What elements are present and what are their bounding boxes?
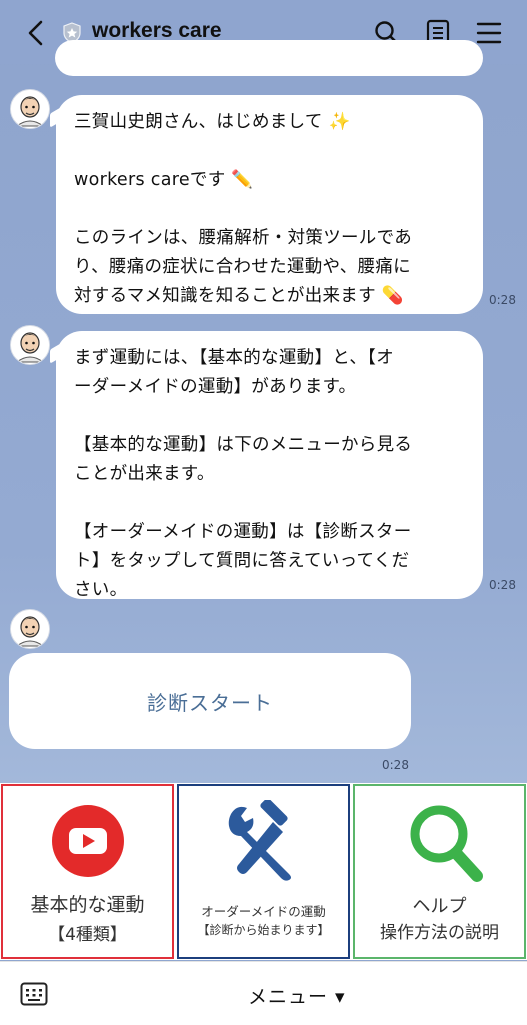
help-sub: 操作方法の説明 (380, 923, 499, 943)
message-line: workers careです ✏️ (74, 170, 254, 190)
message-bubble[interactable]: まず運動には、【基本的な運動】と、【オ ーダーメイドの運動】があります。 【基本… (56, 331, 483, 600)
custom-exercise-sub: 【診断から始まります】 (197, 923, 330, 937)
basic-exercise-label: 基本的な運動 (30, 894, 145, 916)
tools-icon (228, 800, 291, 881)
message-timestamp: 0:28 (489, 578, 516, 592)
message-line: 【オーダーメイドの運動】は【診断スター (74, 522, 412, 542)
menu-toggle-button[interactable]: メニュー ▾ (248, 982, 346, 1009)
message-line: ーダーメイドの運動】があります。 (74, 377, 357, 397)
chevron-left-icon (28, 20, 43, 46)
message-line: 三賀山史朗さん、はじめまして ✨ (74, 112, 351, 132)
magnifier-icon (410, 805, 483, 882)
previous-message-bubble (55, 40, 483, 76)
basic-exercise-sub: 【4種類】 (48, 925, 127, 945)
message-timestamp: 0:28 (489, 293, 516, 307)
message-line: さい。 (74, 580, 128, 600)
bot-avatar[interactable] (10, 325, 50, 365)
hamburger-icon (476, 22, 502, 44)
help-button[interactable]: ヘルプ 操作方法の説明 (353, 784, 526, 959)
custom-exercise-button[interactable]: オーダーメイドの運動 【診断から始まります】 (177, 784, 350, 959)
keyboard-toggle-button[interactable] (20, 982, 48, 1006)
rich-menu: 基本的な運動 【4種類】 オーダーメイドの運動 【診断から始まります】 ヘルプ … (0, 783, 527, 960)
help-label: ヘルプ (412, 896, 467, 917)
message-bubble[interactable]: 三賀山史朗さん、はじめまして ✨ workers careです ✏️ このライン… (56, 95, 483, 314)
diagnosis-start-button[interactable]: 診断スタート (9, 653, 411, 749)
message-line: ことが出来ます。 (74, 464, 215, 484)
message-line: まず運動には、【基本的な運動】と、【オ (74, 348, 394, 368)
menu-button[interactable] (473, 17, 505, 49)
youtube-play-icon (52, 805, 124, 877)
bottom-bar: メニュー ▾ (0, 961, 527, 1025)
back-button[interactable] (20, 17, 52, 49)
bot-avatar[interactable] (10, 609, 50, 649)
message-line: 【基本的な運動】は下のメニューから見る (74, 435, 413, 455)
message-line: ト】をタップして質問に答えていってくだ (74, 551, 410, 571)
keyboard-icon (20, 982, 48, 1006)
message-line: り、腰痛の症状に合わせた運動や、腰痛に (74, 257, 411, 277)
basic-exercise-button[interactable]: 基本的な運動 【4種類】 (1, 784, 174, 959)
diagnosis-start-label: 診断スタート (147, 690, 273, 715)
message-line: このラインは、腰痛解析・対策ツールであ (74, 228, 413, 248)
message-timestamp: 0:28 (382, 758, 409, 772)
message-line: 対するマメ知識を知ることが出来ます 💊 (74, 286, 404, 306)
custom-exercise-label: オーダーメイドの運動 (201, 904, 326, 919)
bot-avatar[interactable] (10, 89, 50, 129)
